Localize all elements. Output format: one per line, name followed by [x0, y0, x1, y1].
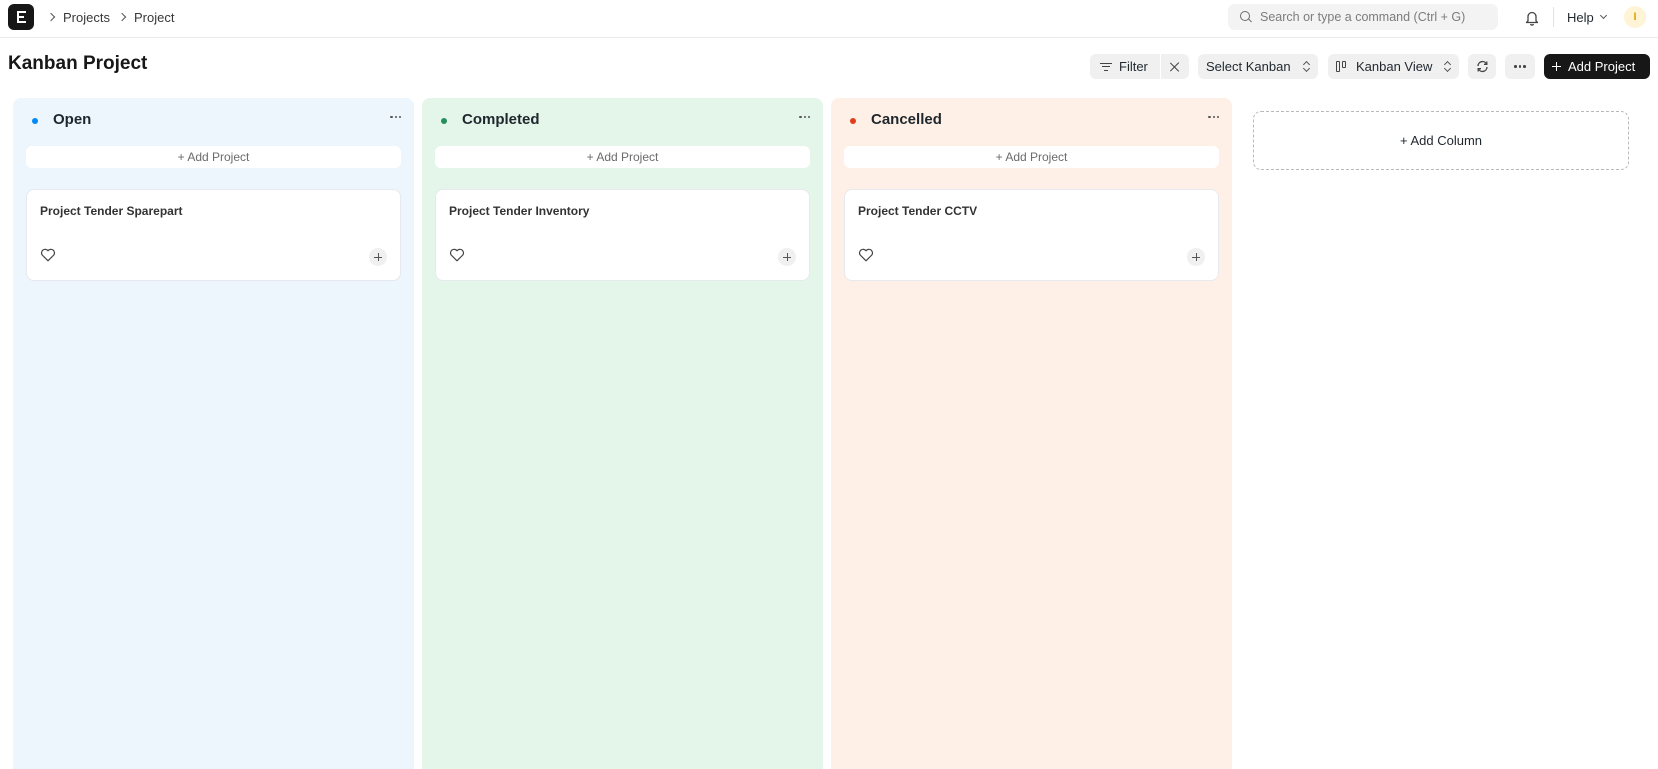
- kanban-card[interactable]: Project Tender Inventory: [435, 189, 810, 281]
- select-kanban-dropdown[interactable]: Select Kanban: [1198, 54, 1318, 79]
- select-arrows-icon: [1444, 61, 1450, 72]
- kanban-view-icon: [1336, 61, 1348, 72]
- kanban-column-cancelled: Cancelled + Add Project Project Tender C…: [831, 98, 1232, 769]
- breadcrumb: Projects Project: [46, 0, 174, 34]
- search-bar[interactable]: [1228, 4, 1498, 30]
- refresh-button[interactable]: [1468, 54, 1496, 79]
- card-add-icon[interactable]: [1187, 248, 1205, 266]
- chevron-down-icon: [1599, 11, 1607, 20]
- filter-icon: [1100, 62, 1112, 72]
- kanban-column-open: Open + Add Project Project Tender Sparep…: [13, 98, 414, 769]
- heart-icon[interactable]: [40, 248, 56, 262]
- help-label: Help: [1567, 9, 1594, 25]
- view-switcher-dropdown[interactable]: Kanban View: [1328, 54, 1459, 79]
- navbar-divider: [1553, 7, 1554, 27]
- column-header: Open: [13, 98, 414, 148]
- chevron-right-icon: [117, 12, 127, 22]
- page-title: Kanban Project: [8, 53, 148, 74]
- breadcrumb-project[interactable]: Project: [134, 10, 174, 25]
- column-menu-button[interactable]: [390, 116, 401, 119]
- heart-icon[interactable]: [449, 248, 465, 262]
- more-icon: [1514, 65, 1526, 68]
- clear-filter-button[interactable]: [1161, 54, 1189, 79]
- select-kanban-label: Select Kanban: [1206, 59, 1291, 74]
- column-title: Completed: [462, 111, 540, 128]
- kanban-card[interactable]: Project Tender Sparepart: [26, 189, 401, 281]
- column-header: Cancelled: [831, 98, 1232, 148]
- more-actions-button[interactable]: [1505, 54, 1535, 79]
- kanban-column-completed: Completed + Add Project Project Tender I…: [422, 98, 823, 769]
- status-indicator: [32, 118, 38, 124]
- column-menu-button[interactable]: [1208, 116, 1219, 119]
- filter-button[interactable]: Filter: [1090, 54, 1160, 79]
- notification-bell-icon[interactable]: [1524, 9, 1540, 26]
- help-menu[interactable]: Help: [1567, 0, 1607, 34]
- more-icon: [390, 116, 401, 119]
- status-indicator: [441, 118, 447, 124]
- select-arrows-icon: [1303, 61, 1309, 72]
- breadcrumb-projects[interactable]: Projects: [63, 10, 110, 25]
- filter-label: Filter: [1119, 59, 1148, 74]
- column-title: Open: [53, 111, 92, 128]
- add-card-button[interactable]: + Add Project: [26, 146, 401, 168]
- status-indicator: [850, 118, 856, 124]
- search-input[interactable]: [1260, 10, 1490, 24]
- app-logo[interactable]: [8, 4, 34, 30]
- column-title: Cancelled: [871, 111, 942, 128]
- search-icon: [1240, 11, 1252, 23]
- more-icon: [1208, 116, 1219, 119]
- top-navbar: Projects Project Help I: [0, 0, 1658, 38]
- more-icon: [799, 116, 810, 119]
- kanban-card[interactable]: Project Tender CCTV: [844, 189, 1219, 281]
- close-icon: [1170, 62, 1180, 72]
- card-title[interactable]: Project Tender Sparepart: [40, 204, 183, 218]
- add-project-label: Add Project: [1568, 59, 1636, 74]
- card-title[interactable]: Project Tender Inventory: [449, 204, 589, 218]
- plus-icon: [1552, 62, 1561, 71]
- add-card-button[interactable]: + Add Project: [844, 146, 1219, 168]
- column-menu-button[interactable]: [799, 116, 810, 119]
- chevron-right-icon: [46, 12, 56, 22]
- card-title[interactable]: Project Tender CCTV: [858, 204, 977, 218]
- add-card-button[interactable]: + Add Project: [435, 146, 810, 168]
- heart-icon[interactable]: [858, 248, 874, 262]
- add-column-button[interactable]: + Add Column: [1253, 111, 1629, 170]
- refresh-icon: [1476, 60, 1488, 73]
- column-header: Completed: [422, 98, 823, 148]
- avatar[interactable]: I: [1624, 6, 1646, 28]
- view-label: Kanban View: [1356, 59, 1433, 74]
- add-project-button[interactable]: Add Project: [1544, 54, 1650, 79]
- card-add-icon[interactable]: [778, 248, 796, 266]
- card-add-icon[interactable]: [369, 248, 387, 266]
